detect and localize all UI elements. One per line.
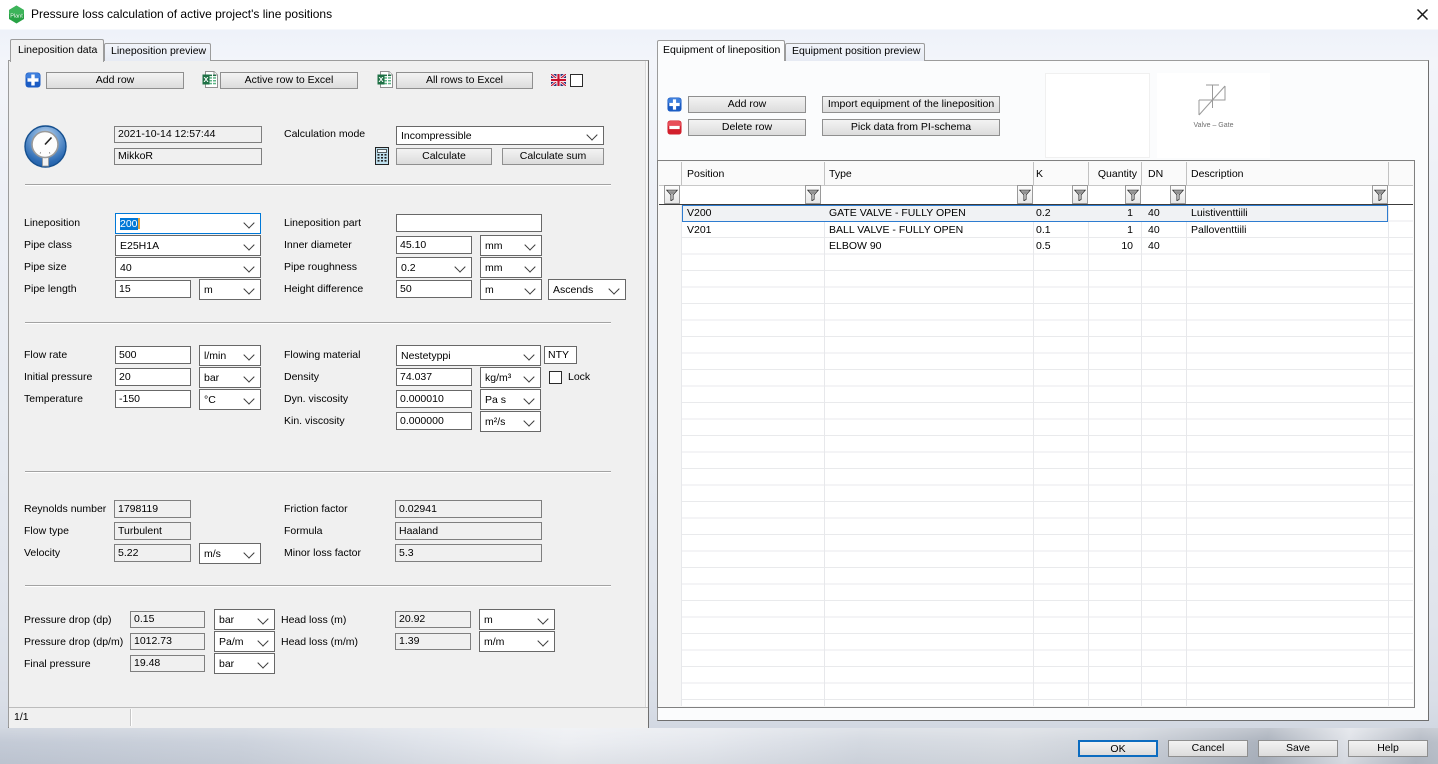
svg-text:Plant: Plant <box>10 14 23 20</box>
svg-text:X: X <box>378 75 383 84</box>
svg-text:X: X <box>203 75 208 84</box>
